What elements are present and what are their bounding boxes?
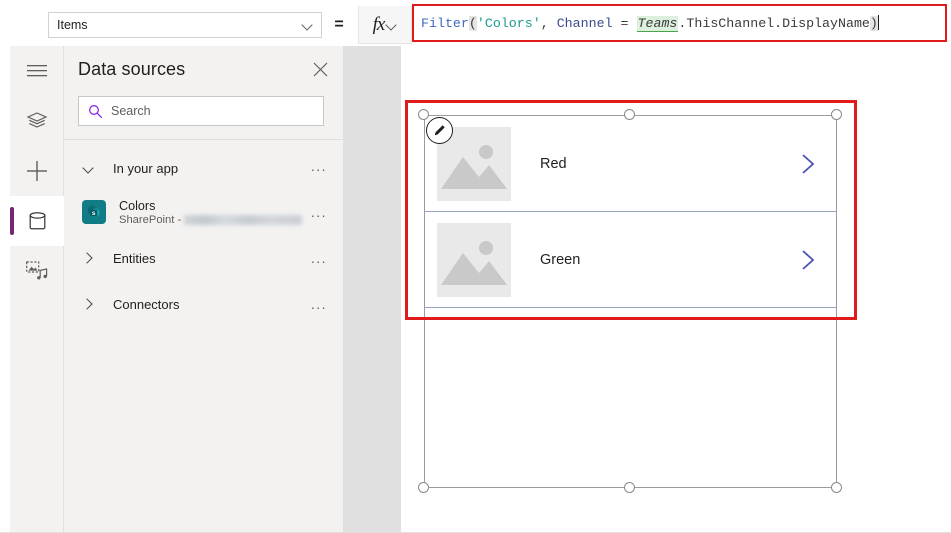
formula-token-string: 'Colors' — [476, 16, 541, 32]
formula-token-comma: , — [540, 16, 557, 32]
formula-input[interactable]: Filter('Colors', Channel = Teams.ThisCha… — [412, 4, 947, 42]
section-connectors[interactable]: Connectors ... — [64, 284, 343, 324]
section-label: In your app — [113, 160, 179, 176]
gallery-control[interactable]: Red Green — [418, 109, 842, 493]
search-placeholder: Search — [111, 104, 151, 118]
formula-token-close-paren: ) — [869, 16, 878, 32]
section-overflow-button[interactable]: ... — [311, 297, 327, 311]
rail-item-tree-view[interactable] — [10, 96, 64, 146]
sharepoint-icon: s — [82, 200, 106, 224]
section-entities[interactable]: Entities ... — [64, 238, 343, 278]
chevron-down-icon — [387, 20, 397, 30]
rail-item-media[interactable] — [10, 246, 64, 296]
rail-item-data-sources[interactable] — [10, 196, 64, 246]
resize-handle-top-left[interactable] — [418, 109, 429, 120]
data-source-overflow-button[interactable]: ... — [311, 205, 327, 219]
resize-handle-top-right[interactable] — [831, 109, 842, 120]
equals-sign: = — [334, 16, 344, 33]
image-placeholder-icon — [437, 222, 511, 297]
data-source-subtitle-prefix: SharePoint - — [119, 213, 182, 226]
formula-token-variable: Teams — [636, 16, 679, 33]
resize-handle-bottom-left[interactable] — [418, 482, 429, 493]
formula-token-open-paren: ( — [468, 16, 477, 32]
panel-title: Data sources — [78, 58, 186, 79]
formula-token-function: Filter — [421, 16, 469, 32]
formula-token-operator: = — [612, 16, 637, 32]
formula-token-field: Channel — [556, 16, 613, 32]
section-in-your-app-overflow[interactable]: ... — [311, 159, 327, 173]
panel-divider — [64, 139, 343, 140]
svg-text:s: s — [92, 210, 96, 217]
data-source-name: Colors — [119, 198, 156, 213]
data-sources-panel: Data sources Search In your app s Colors… — [64, 46, 343, 533]
section-in-your-app[interactable]: In your app — [64, 148, 343, 188]
property-dropdown[interactable]: Items — [48, 12, 322, 38]
edit-pencil-badge[interactable] — [426, 117, 453, 144]
resize-handle-top-center[interactable] — [624, 109, 635, 120]
redacted-account-text — [184, 214, 303, 225]
section-label: Connectors — [113, 296, 180, 312]
data-source-subtitle: SharePoint - — [119, 213, 303, 226]
chevron-right-icon — [82, 253, 93, 264]
resize-handle-bottom-center[interactable] — [624, 482, 635, 493]
search-input[interactable]: Search — [78, 96, 324, 126]
hamburger-menu-icon — [27, 65, 47, 77]
chevron-right-icon[interactable] — [796, 248, 820, 272]
gallery-row-label: Green — [540, 251, 581, 268]
tree-view-icon — [26, 112, 48, 128]
left-icon-rail — [10, 46, 64, 533]
property-dropdown-label: Items — [57, 18, 88, 32]
rail-item-menu[interactable] — [10, 46, 64, 96]
fx-button[interactable]: fx — [358, 6, 412, 44]
database-icon — [29, 211, 45, 229]
chevron-right-icon[interactable] — [796, 152, 820, 176]
data-source-item-texts: Colors SharePoint - — [119, 198, 303, 226]
canvas-gutter — [343, 46, 401, 533]
chevron-down-icon — [303, 20, 313, 30]
data-sources-header: Data sources — [64, 46, 343, 92]
plus-icon — [27, 161, 47, 181]
chevron-down-icon — [82, 163, 93, 174]
section-label: Entities — [113, 250, 156, 266]
formula-bar: Items = fx Filter('Colors', Channel = Te… — [0, 0, 951, 46]
pencil-icon — [434, 125, 445, 136]
fx-icon: fx — [372, 13, 386, 35]
gallery-row[interactable]: Red — [425, 116, 836, 212]
formula-token-property: .ThisChannel.DisplayName — [678, 16, 870, 32]
chevron-right-icon — [82, 299, 93, 310]
gallery-row-label: Red — [540, 155, 567, 172]
close-panel-button[interactable] — [309, 58, 331, 80]
formula-text: Filter('Colors', Channel = Teams.ThisCha… — [421, 15, 880, 33]
media-icon — [26, 261, 48, 280]
gallery-row[interactable]: Green — [425, 212, 836, 308]
rail-item-insert[interactable] — [10, 146, 64, 196]
text-caret — [877, 15, 880, 31]
data-source-item-colors[interactable]: s Colors SharePoint - ... — [64, 189, 343, 235]
search-icon — [89, 104, 103, 118]
resize-handle-bottom-right[interactable] — [831, 482, 842, 493]
section-overflow-button[interactable]: ... — [311, 251, 327, 265]
close-icon — [313, 62, 327, 76]
